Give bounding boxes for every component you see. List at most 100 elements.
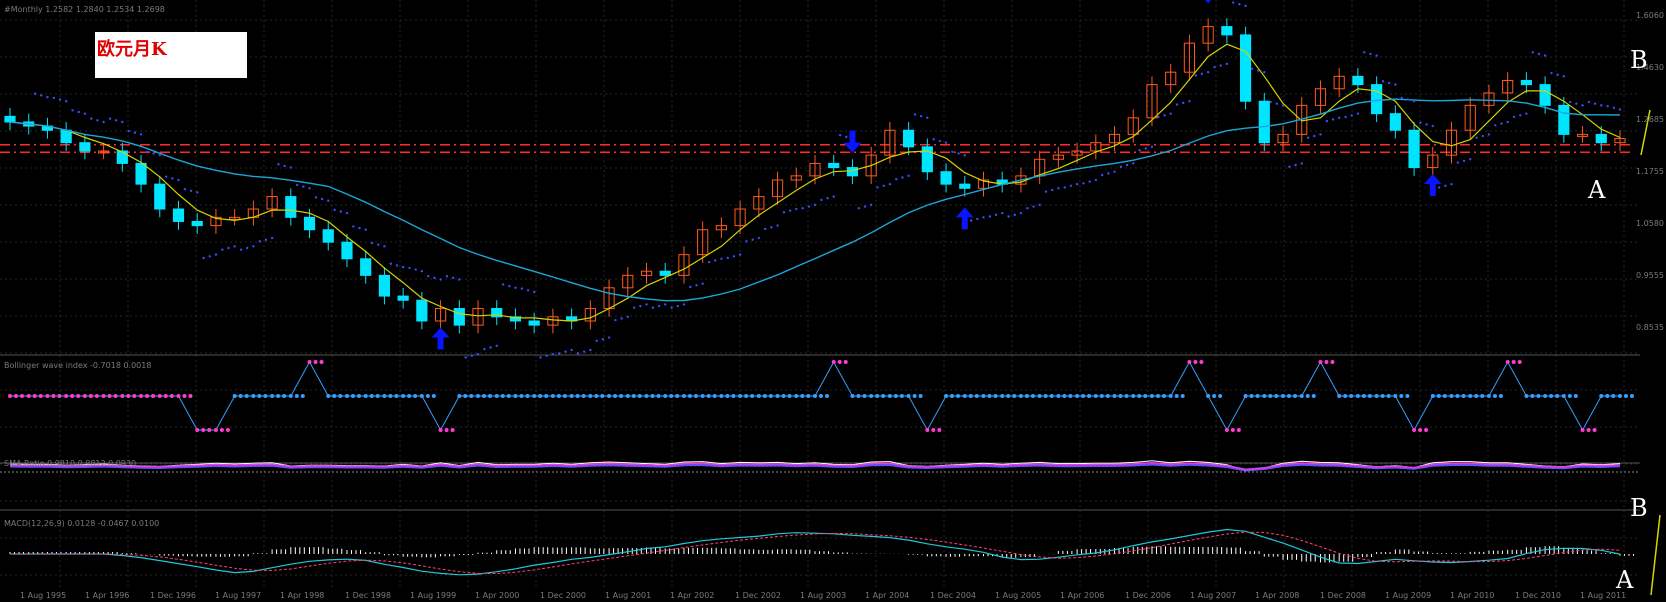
sar-dot [1219,64,1222,67]
sar-dot [1506,120,1509,124]
wave-dot [968,394,973,398]
wave-dot [494,394,499,398]
wave-dot [1105,394,1110,398]
x-tick-label: 1 Aug 2003 [800,591,846,600]
sar-dot [1356,112,1360,115]
sar-dot [1618,108,1622,111]
sar-dot [782,211,786,214]
sar-dot [545,354,548,358]
wave-dot [1149,394,1154,398]
wave-dot [1436,394,1441,398]
sar-dot [102,120,105,124]
sar-dot [508,284,511,288]
sar-dot [732,255,736,258]
sar-dot [807,205,811,208]
sar-dot [1531,51,1534,54]
y-tick-label: 0.9555 [1636,271,1664,280]
sar-dot [1169,112,1172,115]
wave-dot [1230,428,1235,432]
sar-dot [751,238,754,241]
sar-dot [1550,71,1553,75]
sar-dot [1363,51,1366,54]
wave-dot [1099,394,1104,398]
wave-dot [1112,394,1117,398]
sar-dot [239,248,243,251]
wave-dot [1043,394,1048,398]
wave-dot [1274,394,1279,398]
wave-dot [232,394,237,398]
wave-dot [700,394,705,398]
sar-dot [701,282,704,285]
wave-dot [987,394,992,398]
sar-dot [295,183,299,187]
wave-dot [350,394,355,398]
sar-dot [570,348,573,352]
wave-dot [881,394,886,398]
wave-dot [906,394,911,398]
wave-dot [257,394,262,398]
wave-dot [1418,428,1423,432]
sar-dot [832,195,835,198]
wave-dot [613,394,618,398]
wave-dot [382,394,387,398]
sar-dot [470,354,474,358]
wave-dot [338,394,343,398]
sar-dot [408,266,411,270]
sar-dot [1057,187,1060,190]
sar-dot [352,225,355,228]
wave-dot [394,394,399,398]
sar-dot [96,119,99,122]
sar-dot [1194,74,1198,77]
wave-dot [781,394,786,398]
sar-dot [1044,190,1048,193]
sar-dot [1500,122,1503,125]
sar-dot [1125,163,1129,167]
sar-dot [327,199,330,202]
wave-dot [725,394,730,398]
wave-dot [1405,394,1410,398]
panel-header-oscillator: SMA Ratio 0.9810 0.9812 0.0930 [4,459,136,468]
sar-dot [1475,136,1478,139]
wave-dot [431,394,436,398]
sar-dot [1113,170,1116,173]
wave-dot [319,360,324,364]
wave-dot [94,394,99,398]
sar-dot [464,356,467,359]
sar-dot [1263,70,1266,74]
wave-dot [1168,394,1173,398]
candle-body [285,196,297,218]
sar-dot [1575,102,1578,105]
sar-dot [595,339,598,343]
wave-dot [1000,394,1005,398]
sar-dot [926,116,929,120]
sar-dot [283,164,286,168]
sar-dot [651,306,655,309]
wave-dot [57,394,62,398]
wave-dot [1249,394,1254,398]
sar-dot [1107,172,1110,175]
candle-body [341,241,353,260]
sar-dot [1344,115,1347,119]
wave-dot [644,394,649,398]
wave-indicator [8,360,1634,432]
sar-dot [1331,118,1335,121]
sar-dot [1543,54,1547,57]
wave-dot [887,394,892,398]
sar-dot [1450,182,1453,186]
sar-dot [58,98,62,101]
sar-dot [1394,83,1397,86]
sar-dot [1001,211,1004,215]
sar-dot [214,253,218,256]
sar-dot [1250,67,1254,71]
wave-dot [213,428,218,432]
wave-dot [88,394,93,398]
sar-dot [395,264,399,267]
sar-dot [1375,54,1378,57]
wave-dot [1536,394,1541,398]
wave-dot [1586,428,1591,432]
wave-dot [556,394,561,398]
sar-dot [152,152,155,155]
sar-dot [1606,104,1609,108]
wave-dot [270,394,275,398]
wave-dot [1605,394,1610,398]
